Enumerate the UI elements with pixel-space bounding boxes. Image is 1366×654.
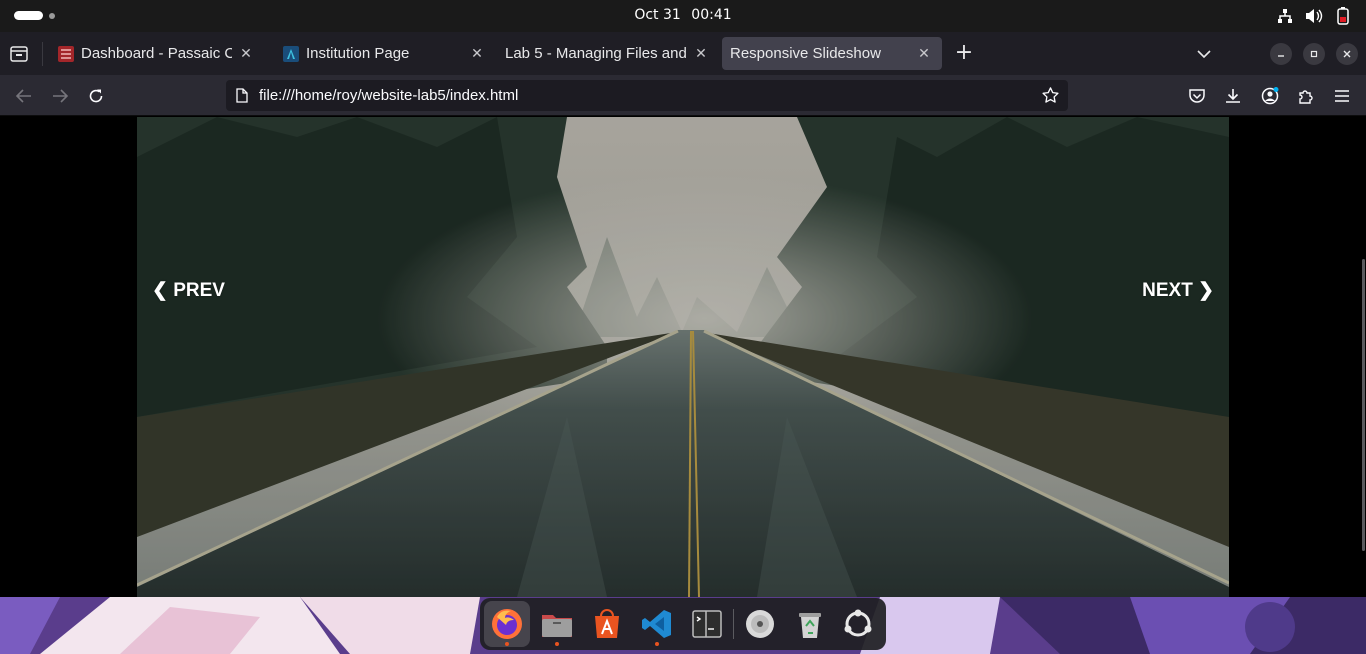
pocket-icon[interactable] <box>1184 83 1210 109</box>
close-window-button[interactable] <box>1336 43 1358 65</box>
tab-separator <box>42 42 43 66</box>
menu-hamburger-icon[interactable] <box>1329 83 1355 109</box>
dock <box>480 598 886 650</box>
clock-date: Oct 31 <box>634 7 681 23</box>
tab-close-icon[interactable]: ✕ <box>914 44 934 64</box>
tab-institution-page[interactable]: Institution Page ✕ <box>273 37 495 70</box>
tab-close-icon[interactable]: ✕ <box>467 44 487 64</box>
institution-favicon-icon <box>283 45 299 62</box>
tab-label: Responsive Slideshow <box>730 45 881 62</box>
slideshow-prev-button[interactable]: ❮ PREV <box>152 279 225 302</box>
page-scrollbar[interactable] <box>1362 259 1365 551</box>
url-text[interactable]: file:///home/roy/website-lab5/index.html <box>259 80 518 111</box>
dock-files-icon[interactable] <box>534 601 580 647</box>
slideshow: ❮ PREV NEXT ❯ <box>137 117 1229 597</box>
dock-disc-icon[interactable] <box>737 601 783 647</box>
web-page-viewport: ❮ PREV NEXT ❯ <box>0 117 1366 597</box>
dock-terminal-icon[interactable] <box>684 601 730 647</box>
running-indicator <box>555 642 559 646</box>
page-file-icon[interactable] <box>234 87 250 104</box>
dock-separator <box>733 609 734 639</box>
tab-label: Lab 5 - Managing Files and directories <box>505 45 687 62</box>
bookmark-star-icon[interactable] <box>1041 86 1060 105</box>
downloads-icon[interactable] <box>1220 83 1246 109</box>
restore-button[interactable] <box>1303 43 1325 65</box>
volume-icon[interactable] <box>1305 6 1323 26</box>
back-arrow-icon[interactable] <box>11 83 37 109</box>
clock[interactable]: Oct 31 00:41 <box>0 0 1366 32</box>
minimize-button[interactable] <box>1270 43 1292 65</box>
list-all-tabs-chevron-icon[interactable] <box>1194 45 1214 63</box>
browser-tab-strip: Dashboard - Passaic County Community Col… <box>0 32 1366 75</box>
running-indicator <box>505 642 509 646</box>
reload-icon[interactable] <box>83 83 109 109</box>
tab-close-icon[interactable]: ✕ <box>691 44 711 64</box>
firefox-view-button[interactable] <box>8 43 30 65</box>
tab-lab5[interactable]: Lab 5 - Managing Files and directories ✕ <box>497 37 719 70</box>
extensions-puzzle-icon[interactable] <box>1293 83 1319 109</box>
dock-show-apps-icon[interactable] <box>835 601 881 647</box>
forward-arrow-icon[interactable] <box>47 83 73 109</box>
slideshow-next-button[interactable]: NEXT ❯ <box>1142 279 1214 302</box>
slide-image-forest-road <box>137 117 1229 597</box>
tab-label: Dashboard - Passaic County Community Col… <box>81 45 232 62</box>
tab-label: Institution Page <box>306 45 410 62</box>
browser-navigation-toolbar: file:///home/roy/website-lab5/index.html <box>0 75 1366 116</box>
address-bar[interactable]: file:///home/roy/website-lab5/index.html <box>226 80 1068 111</box>
system-top-bar: Oct 31 00:41 <box>0 0 1366 32</box>
new-tab-button[interactable]: + <box>953 42 975 65</box>
desktop-wallpaper <box>0 597 1366 654</box>
dock-firefox-icon[interactable] <box>484 601 530 647</box>
clock-time: 00:41 <box>691 7 732 23</box>
pccc-favicon-icon <box>58 45 74 62</box>
dock-trash-icon[interactable] <box>787 601 833 647</box>
tab-dashboard[interactable]: Dashboard - Passaic County Community Col… <box>48 37 264 70</box>
battery-icon[interactable] <box>1334 6 1352 26</box>
tab-close-icon[interactable]: ✕ <box>236 44 256 64</box>
tab-responsive-slideshow[interactable]: Responsive Slideshow ✕ <box>722 37 942 70</box>
running-indicator <box>655 642 659 646</box>
account-icon[interactable] <box>1257 83 1283 109</box>
dock-vscode-icon[interactable] <box>634 601 680 647</box>
system-tray[interactable] <box>1276 6 1352 26</box>
network-icon[interactable] <box>1276 6 1294 26</box>
dock-app-center-icon[interactable] <box>584 601 630 647</box>
